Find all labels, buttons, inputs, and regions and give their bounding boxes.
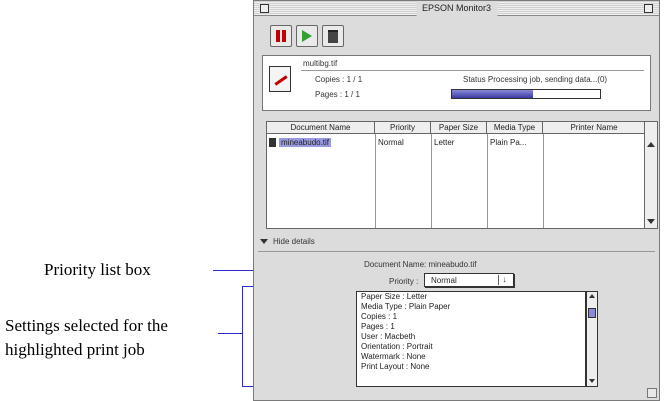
zoom-box[interactable] <box>644 4 653 13</box>
play-icon <box>302 30 312 42</box>
col-priority[interactable]: Priority <box>375 122 431 133</box>
disclosure-triangle-icon <box>260 239 268 244</box>
pause-icon <box>276 30 286 42</box>
resize-grow-box[interactable] <box>647 388 657 398</box>
priority-list-box[interactable]: Normal ↓ <box>424 273 514 287</box>
print-queue-table: Document Name Priority Paper Size Media … <box>266 121 658 229</box>
scroll-thumb[interactable] <box>588 308 596 318</box>
col-media-type[interactable]: Media Type <box>487 122 543 133</box>
settings-line: Watermark : None <box>361 352 426 361</box>
print-job-icon <box>269 66 291 92</box>
hide-details-label: Hide details <box>273 237 315 246</box>
row-media-type: Plain Pa... <box>490 137 527 147</box>
delete-button[interactable] <box>322 25 344 47</box>
col-divider <box>431 134 432 228</box>
job-progress-fill <box>452 90 534 98</box>
title-bar[interactable]: EPSON Monitor3 <box>254 1 659 16</box>
table-scrollbar[interactable] <box>644 122 657 228</box>
details-divider <box>258 251 655 252</box>
settings-callout-line <box>218 333 242 334</box>
settings-line: Orientation : Portrait <box>361 342 433 351</box>
scroll-down-arrow-icon[interactable] <box>589 379 595 383</box>
current-job-panel: multibg.tif Copies : 1 / 1 Pages : 1 / 1… <box>262 55 651 111</box>
scroll-down-arrow-icon[interactable] <box>647 219 655 224</box>
col-document-name[interactable]: Document Name <box>267 122 375 133</box>
window-title: EPSON Monitor3 <box>415 1 498 16</box>
row-priority: Normal <box>378 137 404 147</box>
pause-button[interactable] <box>270 25 292 47</box>
settings-callout-label: Settings selected for the highlighted pr… <box>5 316 168 359</box>
scroll-up-arrow-icon[interactable] <box>647 142 655 147</box>
priority-value: Normal <box>431 276 457 285</box>
job-progress-bar <box>451 89 601 99</box>
settings-line: Media Type : Plain Paper <box>361 302 451 311</box>
selected-document-name: Document Name: mineabudo.tif <box>364 260 477 269</box>
settings-line: Paper Size : Letter <box>361 292 428 301</box>
job-copies: Copies : 1 / 1 <box>315 75 363 84</box>
epson-monitor-window: EPSON Monitor3 multibg.tif Copies : 1 / … <box>253 0 660 401</box>
settings-line: Print Layout : None <box>361 362 430 371</box>
settings-line: Copies : 1 <box>361 312 398 321</box>
settings-line: User : Macbeth <box>361 332 416 341</box>
resume-button[interactable] <box>296 25 318 47</box>
job-divider <box>301 70 644 71</box>
job-pages: Pages : 1 / 1 <box>315 90 360 99</box>
settings-line: Pages : 1 <box>361 322 395 331</box>
col-paper-size[interactable]: Paper Size <box>431 122 487 133</box>
priority-label: Priority : <box>389 277 419 286</box>
settings-bracket-left <box>242 286 243 387</box>
scroll-up-arrow-icon[interactable] <box>589 294 595 298</box>
col-divider <box>375 134 376 228</box>
col-divider <box>487 134 488 228</box>
trash-icon <box>328 29 338 43</box>
table-header: Document Name Priority Paper Size Media … <box>267 122 645 134</box>
job-filename: multibg.tif <box>303 59 338 68</box>
document-icon <box>269 137 276 147</box>
priority-callout-label: Priority list box <box>44 260 151 279</box>
settings-scrollbar[interactable] <box>586 291 598 387</box>
chevron-down-icon: ↓ <box>498 275 510 285</box>
col-divider <box>543 134 544 228</box>
row-document-name: mineabudo.tif <box>279 137 332 147</box>
close-box[interactable] <box>260 4 269 13</box>
settings-list[interactable]: Paper Size : Letter Media Type : Plain Pa… <box>356 291 586 387</box>
job-status: Status Processing job, sending data...(0… <box>463 75 608 84</box>
hide-details-toggle[interactable]: Hide details <box>260 237 315 246</box>
table-row[interactable]: mineabudo.tif Normal Letter Plain Pa... <box>267 136 645 148</box>
row-paper-size: Letter <box>434 137 455 147</box>
col-printer-name[interactable]: Printer Name <box>543 122 645 133</box>
